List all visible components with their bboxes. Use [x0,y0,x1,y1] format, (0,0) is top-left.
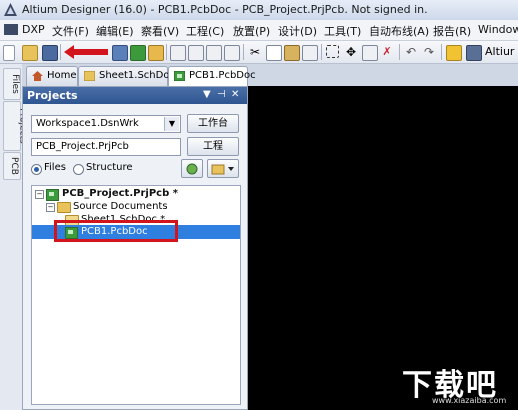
select-connected-icon[interactable] [362,45,378,61]
zoom-fit-icon[interactable] [170,45,186,61]
schematic-icon [84,71,95,81]
project-field[interactable]: PCB_Project.PrjPcb [31,138,181,156]
annotation-highlight-box [54,220,178,242]
menu-place[interactable]: 放置(P) [233,23,270,39]
side-tab-pcb[interactable]: PCB [3,152,21,180]
altium-icon[interactable] [466,45,482,61]
folder-icon[interactable] [148,45,164,61]
dxp-icon[interactable] [4,24,18,35]
collapse-icon[interactable]: − [46,203,55,212]
panel-pin-icon[interactable]: ⊣ [217,89,226,100]
side-tab-projects[interactable]: Projects [3,101,28,151]
zoom-in-icon[interactable] [206,45,222,61]
undo-icon[interactable]: ↶ [404,45,418,59]
altium-label: Altiur [485,45,515,58]
tab-pcb1-pcbdoc[interactable]: PCB1.PcbDoc [168,66,256,86]
menu-design[interactable]: 设计(D) [278,23,317,39]
menu-project[interactable]: 工程(C) [186,23,224,39]
move-icon[interactable]: ✥ [344,45,358,59]
rubber-stamp-icon[interactable] [302,45,318,61]
open-folder-icon[interactable] [22,45,38,61]
3d-view-icon[interactable] [112,45,128,61]
menu-tools[interactable]: 工具(T) [324,23,361,39]
tab-sheet1-schdoc[interactable]: Sheet1.SchDoc * [78,66,183,86]
projects-panel: Projects ▼ ⊣ ✕ Workspace1.DsnWrk ▼ 工作台 P… [22,86,248,410]
pcb-icon [174,71,185,81]
tab-home[interactable]: Home [26,66,78,86]
title-bar: Altium Designer (16.0) - PCB1.PcbDoc - P… [0,0,518,21]
document-tabs: Home Sheet1.SchDoc * PCB1.PcbDoc [22,64,518,86]
watermark-url: www.xiazaiba.com [432,396,507,405]
project-icon [46,189,59,201]
select-area-icon[interactable] [326,45,339,58]
workspace-select[interactable]: Workspace1.DsnWrk ▼ [31,115,181,133]
annotation-arrow-icon [64,45,108,59]
refresh-icon [186,163,198,175]
new-file-icon[interactable] [3,45,15,61]
menu-file[interactable]: 文件(F) [52,23,89,39]
folder-icon [57,202,71,213]
paste-icon[interactable] [284,45,300,61]
workspace-button[interactable]: 工作台 [187,114,239,133]
menu-edit[interactable]: 编辑(E) [96,23,134,39]
panel-close-icon[interactable]: ✕ [231,89,239,100]
radio-files-label: Files [44,162,66,173]
radio-structure[interactable] [73,164,84,175]
home-icon [32,71,43,81]
collapse-icon[interactable]: − [35,190,44,199]
copy-icon[interactable] [266,45,282,61]
refresh-button[interactable] [181,159,203,178]
project-tree[interactable]: − PCB_Project.PrjPcb * − Source Document… [31,185,241,405]
zoom-area-icon[interactable] [188,45,204,61]
menu-view[interactable]: 察看(V) [141,23,179,39]
menu-autoroute[interactable]: 自动布线(A) [369,23,429,39]
cut-icon[interactable]: ✂ [248,45,262,59]
panel-header: Projects ▼ ⊣ ✕ [23,87,247,104]
highlight-icon[interactable] [446,45,462,61]
panel-title: Projects [27,89,78,102]
tree-row-source-documents[interactable]: − Source Documents [32,201,240,214]
watermark: 下载吧 www.xiazaiba.com [402,360,514,406]
window-title: Altium Designer (16.0) - PCB1.PcbDoc - P… [22,3,428,16]
project-options-icon [211,164,234,175]
zoom-selected-icon[interactable] [224,45,240,61]
sidebar-tabs: Files Projects PCB [0,64,28,410]
project-options-button[interactable] [207,159,239,178]
radio-structure-label: Structure [86,162,133,173]
menu-window[interactable]: Window [478,23,518,36]
chevron-down-icon[interactable]: ▼ [164,117,179,131]
project-button[interactable]: 工程 [187,137,239,156]
menu-bar: DXP 文件(F) 编辑(E) 察看(V) 工程(C) 放置(P) 设计(D) … [0,20,518,41]
tree-row-project[interactable]: − PCB_Project.PrjPcb * [32,187,240,201]
panel-menu-icon[interactable]: ▼ [203,89,211,100]
redo-icon[interactable]: ↷ [422,45,436,59]
pcb-board-icon[interactable] [130,45,146,61]
menu-dxp[interactable]: DXP [22,23,45,36]
deselect-icon[interactable]: ✗ [380,45,394,59]
save-icon[interactable] [42,45,58,61]
toolbar: ✂ ✥ ✗ ↶ ↷ Altiur [0,41,518,64]
menu-reports[interactable]: 报告(R) [433,23,471,39]
radio-files[interactable] [31,164,42,175]
side-tab-files[interactable]: Files [3,68,21,100]
altium-logo-icon [4,3,17,16]
